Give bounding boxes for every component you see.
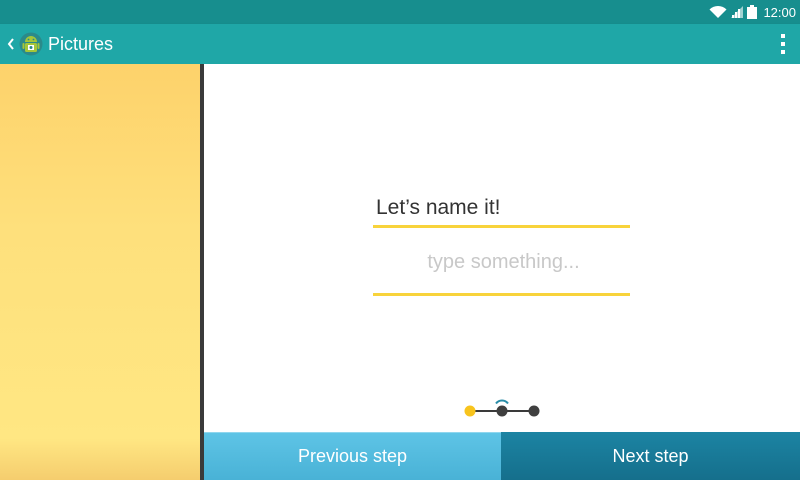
overflow-menu-icon[interactable] [778,34,788,54]
left-panel [0,64,200,480]
status-icons: 12:00 [709,0,796,24]
battery-icon [747,5,758,19]
status-time: 12:00 [763,4,796,20]
app-bar: Pictures [0,24,800,64]
active-step-arc [495,399,509,405]
app-title: Pictures [48,34,114,54]
next-step-button[interactable]: Next step [501,432,800,480]
previous-step-label: Previous step [297,446,408,466]
step-dot-2 [496,405,508,417]
input-bottom-line [373,293,630,296]
step-indicator [464,399,540,417]
name-prompt: Let’s name it! [376,196,501,219]
android-app-icon[interactable] [19,31,43,57]
signal-icon [731,6,744,18]
next-step-label: Next step [612,445,689,466]
status-bar: 12:00 [0,0,800,24]
name-input[interactable] [373,244,634,280]
wifi-icon [709,5,727,18]
input-top-line [373,225,630,228]
step-dot-3 [528,405,540,417]
previous-step-button[interactable]: Previous step [204,432,501,480]
back-chevron-icon[interactable] [5,33,17,55]
step-dot-1 [464,405,476,417]
